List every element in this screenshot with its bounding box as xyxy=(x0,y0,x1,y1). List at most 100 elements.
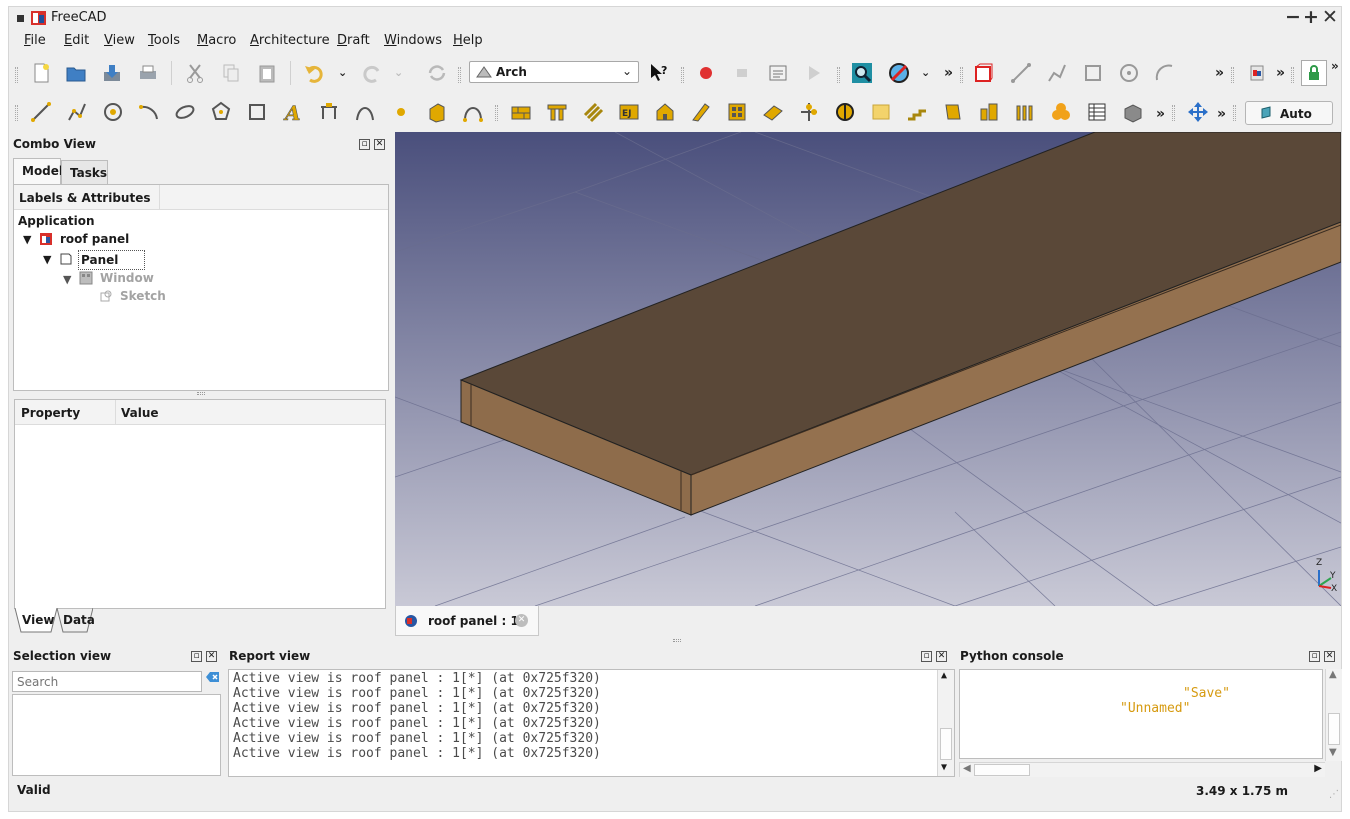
tree-item-roof-panel[interactable]: roof panel xyxy=(60,232,129,246)
tree-header[interactable]: Labels & Attributes xyxy=(14,185,160,210)
property-column-header[interactable]: Property xyxy=(21,406,80,420)
python-hscrollbar[interactable]: ◀ ▶ xyxy=(959,762,1325,777)
macro-stop-icon[interactable] xyxy=(729,60,755,86)
draft-point-icon[interactable] xyxy=(388,99,414,125)
sketch-rectangle-icon[interactable] xyxy=(1080,60,1106,86)
toolbar-overflow-2[interactable]: » xyxy=(1215,65,1224,81)
draw-style-auto-button[interactable]: Auto xyxy=(1245,101,1333,125)
selection-search-input[interactable] xyxy=(12,671,202,692)
move-icon[interactable] xyxy=(1185,99,1211,125)
lock-icon[interactable] xyxy=(1301,60,1327,86)
arch-section-plane-icon[interactable] xyxy=(832,99,858,125)
python-vscrollbar[interactable]: ▲ ▼ xyxy=(1325,669,1342,761)
draw-style-dropdown-icon[interactable]: ⌄ xyxy=(921,66,930,79)
paste-icon[interactable] xyxy=(254,60,280,86)
document-tab[interactable]: roof panel : 1* ✕ xyxy=(395,606,539,636)
python-console-output[interactable]: "Save" "Unnamed" xyxy=(959,669,1323,759)
expand-triangle-icon[interactable]: ▼ xyxy=(63,273,71,286)
draw-style-icon[interactable] xyxy=(886,60,912,86)
draft-arc-icon[interactable] xyxy=(136,99,162,125)
draft-facebinder-icon[interactable] xyxy=(424,99,450,125)
close-icon[interactable]: ✕ xyxy=(374,139,385,150)
report-view-output[interactable]: Active view is roof panel : 1[*] (at 0x7… xyxy=(228,669,955,777)
undo-icon[interactable] xyxy=(301,60,327,86)
draft-bezier-icon[interactable] xyxy=(460,99,486,125)
menu-help[interactable]: Help xyxy=(453,33,483,48)
print-icon[interactable] xyxy=(135,60,161,86)
toolbar-overflow-6[interactable]: » xyxy=(1217,106,1226,122)
menu-file[interactable]: File xyxy=(24,33,46,48)
fit-all-icon[interactable] xyxy=(849,60,875,86)
arch-bim-icon[interactable]: EJ xyxy=(616,99,642,125)
new-document-icon[interactable] xyxy=(28,60,54,86)
arch-roof-icon[interactable] xyxy=(760,99,786,125)
arch-building-icon[interactable] xyxy=(652,99,678,125)
sketch-line-icon[interactable] xyxy=(1008,60,1034,86)
redo-icon[interactable] xyxy=(359,60,385,86)
arch-structure-icon[interactable] xyxy=(544,99,570,125)
expand-triangle-icon[interactable]: ▼ xyxy=(43,253,51,266)
draft-ellipse-icon[interactable] xyxy=(172,99,198,125)
scroll-down-icon[interactable]: ▼ xyxy=(1329,747,1337,758)
freecad-doc-icon[interactable] xyxy=(1244,60,1270,86)
selection-list[interactable] xyxy=(12,694,221,776)
menu-macro[interactable]: Macro xyxy=(197,33,236,48)
maximize-button[interactable]: + xyxy=(1303,6,1319,28)
scrollbar-thumb[interactable] xyxy=(940,728,952,760)
macro-run-icon[interactable] xyxy=(801,60,827,86)
arch-cutplane-icon[interactable] xyxy=(1120,99,1146,125)
arch-equipment-icon[interactable] xyxy=(976,99,1002,125)
float-icon[interactable]: ▫ xyxy=(921,651,932,662)
arch-window-icon[interactable] xyxy=(724,99,750,125)
toolbar-overflow-5[interactable]: » xyxy=(1156,106,1165,122)
copy-icon[interactable] xyxy=(218,60,244,86)
sketch-circle-icon[interactable] xyxy=(1116,60,1142,86)
cut-icon[interactable] xyxy=(182,60,208,86)
whats-this-icon[interactable]: ? xyxy=(646,60,672,86)
draft-wire-icon[interactable] xyxy=(64,99,90,125)
workbench-selector[interactable]: Arch ⌄ xyxy=(469,61,639,83)
arch-wall-icon[interactable] xyxy=(508,99,534,125)
tree-item-sketch[interactable]: Sketch xyxy=(120,289,166,303)
value-column-header[interactable]: Value xyxy=(121,406,159,420)
draft-circle-icon[interactable] xyxy=(100,99,126,125)
toolbar-overflow-1[interactable]: » xyxy=(944,65,953,81)
draft-line-icon[interactable] xyxy=(28,99,54,125)
menu-edit[interactable]: Edit xyxy=(64,33,89,48)
scroll-up-icon[interactable]: ▲ xyxy=(1329,669,1337,680)
arch-panel-icon[interactable] xyxy=(940,99,966,125)
expand-triangle-icon[interactable]: ▼ xyxy=(23,233,31,246)
tab-view[interactable]: View xyxy=(22,613,54,627)
undo-dropdown-icon[interactable]: ⌄ xyxy=(338,66,347,79)
splitter-handle[interactable] xyxy=(673,639,681,642)
float-icon[interactable]: ▫ xyxy=(191,651,202,662)
draft-rectangle-icon[interactable] xyxy=(244,99,270,125)
scroll-right-icon[interactable]: ▶ xyxy=(1314,763,1322,774)
splitter-handle[interactable] xyxy=(197,392,205,395)
save-icon[interactable] xyxy=(99,60,125,86)
report-scrollbar[interactable]: ▲ ▼ xyxy=(937,670,954,776)
close-button[interactable]: ✕ xyxy=(1322,6,1338,28)
menu-architecture[interactable]: Architecture xyxy=(250,33,330,48)
view-isometric-icon[interactable] xyxy=(971,60,997,86)
tree-item-window[interactable]: Window xyxy=(100,271,154,285)
menu-windows[interactable]: Windows xyxy=(384,33,442,48)
close-icon[interactable]: ✕ xyxy=(1324,651,1335,662)
tab-tasks[interactable]: Tasks xyxy=(61,160,108,184)
resize-grip-icon[interactable]: ⋰ xyxy=(1329,789,1339,800)
arch-floor-icon[interactable] xyxy=(688,99,714,125)
close-icon[interactable]: ✕ xyxy=(206,651,217,662)
arch-axis-icon[interactable] xyxy=(796,99,822,125)
draft-bspline-icon[interactable] xyxy=(352,99,378,125)
toolbar-grip[interactable] xyxy=(15,67,18,83)
open-folder-icon[interactable] xyxy=(63,60,89,86)
scroll-down-icon[interactable]: ▼ xyxy=(941,762,947,773)
arch-material-icon[interactable] xyxy=(1048,99,1074,125)
redo-dropdown-icon[interactable]: ⌄ xyxy=(394,66,403,79)
minimize-button[interactable]: − xyxy=(1285,6,1301,28)
scrollbar-thumb[interactable] xyxy=(1328,713,1340,745)
sketch-arc-icon[interactable] xyxy=(1152,60,1178,86)
scrollbar-thumb[interactable] xyxy=(974,764,1030,776)
toolbar-overflow-4[interactable]: » xyxy=(1331,59,1339,73)
3d-viewport[interactable]: Z Y X xyxy=(395,132,1341,606)
